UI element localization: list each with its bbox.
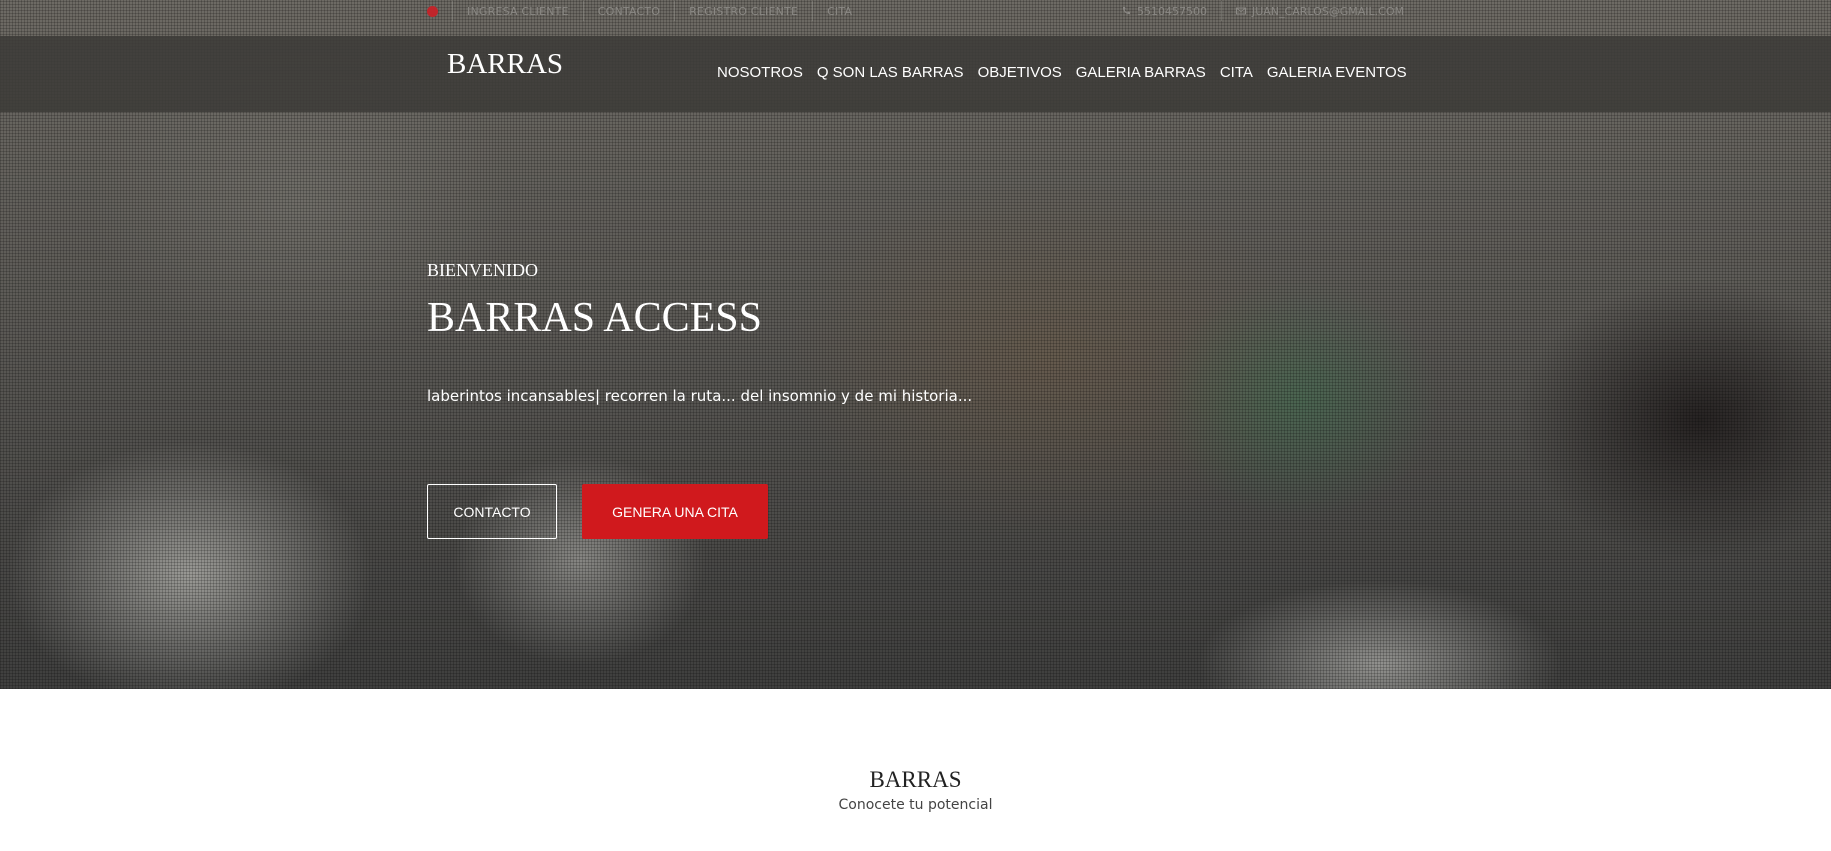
phone-icon (1122, 7, 1130, 15)
phone-number: 5510457500 (1136, 4, 1207, 18)
section-subtitle: Conocete tu potencial (838, 797, 993, 813)
nav-item-galeria-barras[interactable]: GALERIA BARRAS (1076, 64, 1206, 81)
link-ingresa-cliente[interactable]: INGRESA CLIENTE (467, 5, 569, 18)
divider (582, 1, 584, 21)
hero-welcome: BIENVENIDO (427, 260, 538, 280)
link-cita[interactable]: CITA (827, 5, 852, 18)
link-contacto[interactable]: CONTACTO (598, 5, 660, 18)
hero-tagline: laberintos incansables| recorren la ruta… (427, 387, 973, 405)
nav-item-cita[interactable]: CITA (1220, 64, 1253, 81)
nav-item-galeria-eventos[interactable]: GALERIA EVENTOS (1267, 64, 1407, 81)
divider (1220, 1, 1222, 21)
divider (452, 1, 453, 21)
site-logo[interactable]: BARRAS (447, 48, 563, 81)
phone-info[interactable]: 5510457500 (1121, 5, 1207, 18)
nav-item-objetivos[interactable]: OBJETIVOS (978, 64, 1062, 81)
divider (674, 1, 676, 21)
email-info[interactable]: JUAN_CARLOS@GMAIL.COM (1235, 4, 1404, 18)
top-bar-right: 5510457500 JUAN_CARLOS@GMAIL.COM (1121, 0, 1404, 22)
main-navbar: BARRAS NOSOTROS Q SON LAS BARRAS OBJETIV… (0, 36, 1831, 112)
envelope-icon (1235, 7, 1246, 15)
section-title: BARRAS (869, 767, 962, 792)
email-address: JUAN_CARLOS@GMAIL.COM (1251, 4, 1404, 18)
top-bar-left: INGRESA CLIENTE CONTACTO REGISTRO CLIENT… (427, 0, 852, 22)
nav-item-q-son-las-barras[interactable]: Q SON LAS BARRAS (817, 64, 964, 81)
nav-item-nosotros[interactable]: NOSOTROS (717, 64, 803, 81)
top-bar: INGRESA CLIENTE CONTACTO REGISTRO CLIENT… (0, 0, 1831, 35)
link-registro-cliente[interactable]: REGISTRO CLIENTE (689, 5, 798, 18)
hero-title: BARRAS ACCESS (427, 295, 762, 341)
flag-icon[interactable] (427, 5, 438, 17)
contact-button[interactable]: CONTACTO (427, 484, 557, 539)
divider (812, 1, 814, 21)
appointment-button[interactable]: GENERA UNA CITA (582, 484, 768, 539)
main-nav: NOSOTROS Q SON LAS BARRAS OBJETIVOS GALE… (717, 64, 1407, 81)
